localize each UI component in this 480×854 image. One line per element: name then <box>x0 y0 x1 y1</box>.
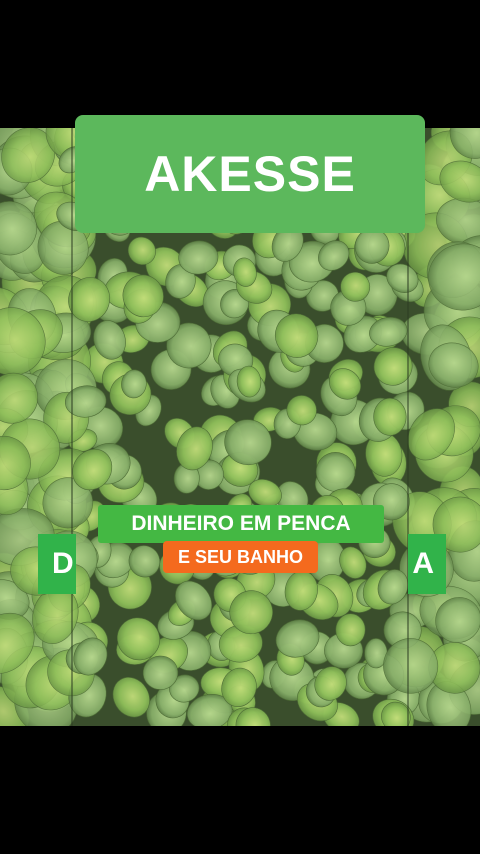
caption-primary: DINHEIRO EM PENCA <box>98 505 384 543</box>
side-caption-left: D <box>38 534 76 594</box>
side-caption-left-text: D <box>52 547 74 580</box>
side-caption-right-text: A <box>412 547 434 580</box>
caption-secondary-text: E SEU BANHO <box>177 546 303 567</box>
caption-secondary: E SEU BANHO <box>163 541 318 573</box>
title-text: AKESSE <box>144 146 356 202</box>
caption-primary-text: DINHEIRO EM PENCA <box>131 512 351 535</box>
side-caption-right: A <box>408 534 446 594</box>
title-banner: AKESSE <box>75 115 425 233</box>
